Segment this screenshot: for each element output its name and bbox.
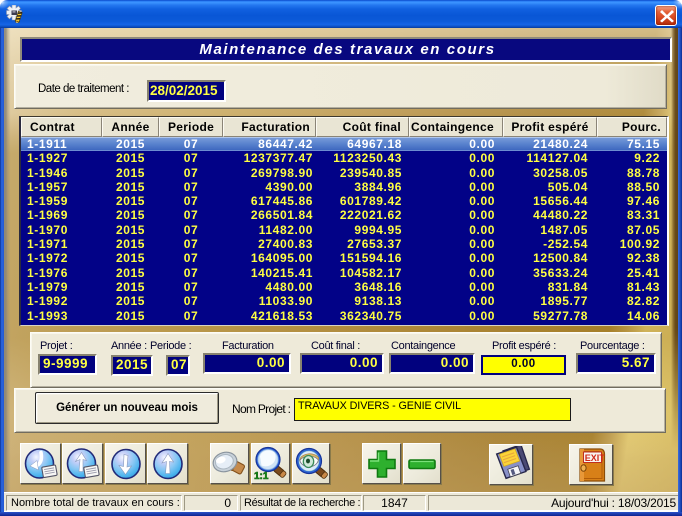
svg-text:1:1: 1:1 — [254, 471, 269, 482]
svg-text:EXIT: EXIT — [585, 452, 606, 462]
